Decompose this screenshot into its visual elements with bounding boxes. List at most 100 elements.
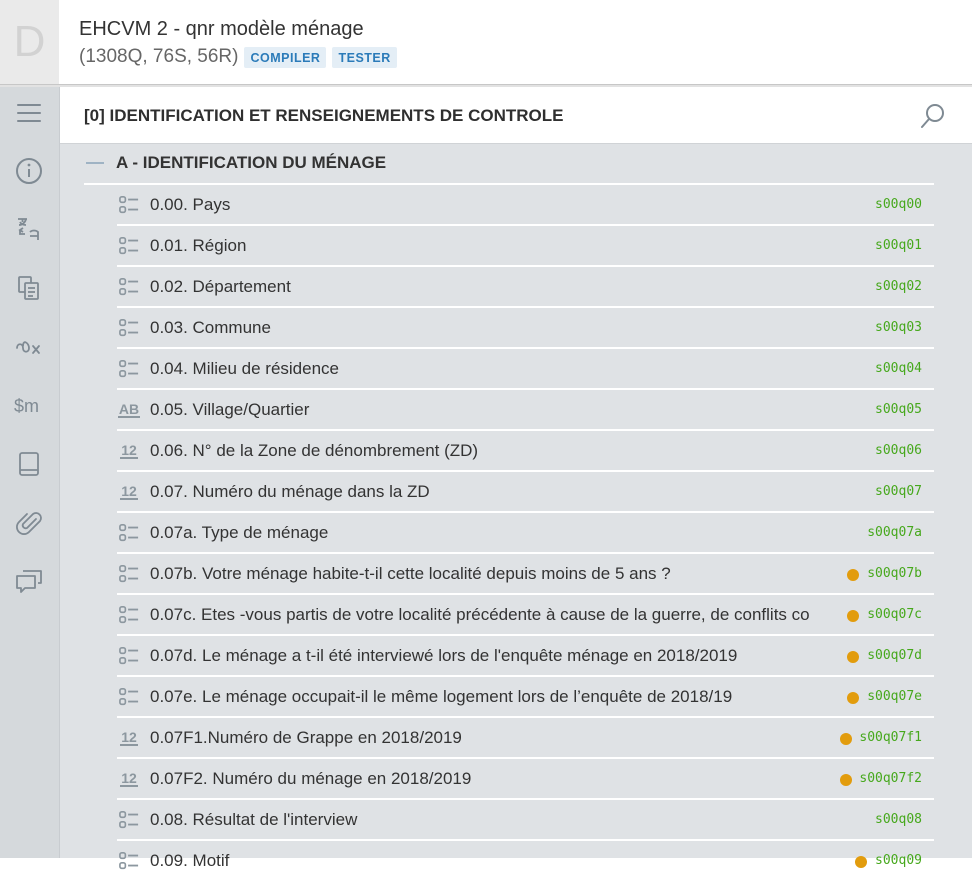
left-sidebar: $m: [0, 87, 60, 858]
question-row[interactable]: 0.07c. Etes -vous partis de votre locali…: [117, 595, 934, 636]
main-panel: [0] IDENTIFICATION ET RENSEIGNEMENTS DE …: [60, 87, 972, 882]
single-select-question-icon: [117, 235, 141, 257]
app-logo[interactable]: D: [0, 0, 59, 84]
question-title: 0.07a. Type de ménage: [150, 523, 329, 542]
question-row[interactable]: 0.07a. Type de ménage s00q07a: [117, 513, 934, 554]
variables-icon[interactable]: [11, 329, 47, 365]
variable-name: s00q09: [875, 853, 922, 868]
variable-name: s00q06: [875, 443, 922, 458]
variable-name: s00q02: [875, 279, 922, 294]
question-title: 0.01. Région: [150, 236, 247, 255]
question-row[interactable]: 0.00. Pays s00q00: [117, 185, 934, 226]
question-title: 0.07F2. Numéro du ménage en 2018/2019: [150, 769, 472, 788]
search-icon[interactable]: [918, 101, 948, 131]
question-title: 0.07b. Votre ménage habite-t-il cette lo…: [150, 564, 671, 583]
question-row[interactable]: 0.07b. Votre ménage habite-t-il cette lo…: [117, 554, 934, 595]
question-row[interactable]: 0.07d. Le ménage a t-il été interviewé l…: [117, 636, 934, 677]
question-title: 0.07d. Le ménage a t-il été interviewé l…: [150, 646, 738, 665]
single-select-question-icon: [117, 563, 141, 585]
variable-name: s00q01: [875, 238, 922, 253]
question-title: 0.08. Résultat de l'interview: [150, 810, 358, 829]
questionnaire-subline: (1308Q, 76S, 56R) COMPILER TESTER: [79, 46, 397, 68]
question-row[interactable]: 12 0.06. N° de la Zone de dénombrement (Z…: [117, 431, 934, 472]
condition-indicator-dot: [839, 774, 852, 786]
copy-documents-icon[interactable]: [11, 270, 47, 306]
question-title: 0.07F1.Numéro de Grappe en 2018/2019: [150, 728, 462, 747]
single-select-question-icon: [117, 809, 141, 831]
numeric-question-icon: 12: [117, 440, 141, 462]
single-select-question-icon: [117, 604, 141, 626]
condition-indicator-dot: [839, 733, 852, 745]
question-title: 0.07e. Le ménage occupait-il le même log…: [150, 687, 733, 706]
question-row[interactable]: AB 0.05. Village/Quartier s00q05: [117, 390, 934, 431]
single-select-question-icon: [117, 358, 141, 380]
numeric-icon-label: 12: [120, 729, 138, 746]
question-row[interactable]: 12 0.07. Numéro du ménage dans la ZD s00q0…: [117, 472, 934, 513]
questionnaire-title: EHCVM 2 - qnr modèle ménage: [79, 18, 364, 40]
info-icon[interactable]: [11, 153, 47, 189]
condition-indicator-dot: [847, 651, 860, 663]
numeric-question-icon: 12: [117, 768, 141, 790]
question-row[interactable]: 0.09. Motif s00q09: [117, 841, 934, 882]
question-list: 0.00. Pays s00q00 0.01. Région s00q01 0.02. …: [117, 185, 934, 882]
variable-name: s00q07f1: [859, 730, 922, 745]
questionnaire-stats: (1308Q, 76S, 56R): [79, 46, 239, 67]
variable-name: s00q07c: [867, 607, 922, 622]
translation-icon[interactable]: [11, 211, 47, 247]
numeric-icon-label: 12: [120, 442, 138, 459]
macros-icon[interactable]: $m: [11, 387, 47, 423]
variable-name: s00q03: [875, 320, 922, 335]
test-button[interactable]: TESTER: [332, 46, 397, 68]
lookup-book-icon[interactable]: [11, 446, 47, 482]
question-title: 0.07. Numéro du ménage dans la ZD: [150, 482, 430, 501]
logo-letter: D: [13, 17, 46, 66]
single-select-question-icon: [117, 194, 141, 216]
variable-name: s00q07e: [867, 689, 922, 704]
question-row[interactable]: 12 0.07F1.Numéro de Grappe en 2018/2019 s0…: [117, 718, 934, 759]
single-select-question-icon: [117, 317, 141, 339]
question-row[interactable]: 0.02. Département s00q02: [117, 267, 934, 308]
variable-name: s00q07: [875, 484, 922, 499]
numeric-icon-label: 12: [120, 770, 138, 787]
question-row[interactable]: 0.08. Résultat de l'interview s00q08: [117, 800, 934, 841]
hamburger-menu-icon[interactable]: [11, 95, 47, 131]
condition-indicator-dot: [847, 610, 860, 622]
variable-name: s00q07a: [867, 525, 922, 540]
compile-button[interactable]: COMPILER: [244, 46, 327, 68]
numeric-question-icon: 12: [117, 727, 141, 749]
numeric-icon-label: 12: [120, 483, 138, 500]
question-row[interactable]: 12 0.07F2. Numéro du ménage en 2018/2019 s…: [117, 759, 934, 800]
svg-text:$m: $m: [14, 396, 39, 416]
question-title: 0.00. Pays: [150, 195, 231, 214]
question-row[interactable]: 0.03. Commune s00q03: [117, 308, 934, 349]
question-row[interactable]: 0.01. Région s00q01: [117, 226, 934, 267]
variable-name: s00q00: [875, 197, 922, 212]
question-title: 0.09. Motif: [150, 851, 230, 870]
single-select-question-icon: [117, 850, 141, 872]
condition-indicator-dot: [847, 692, 860, 704]
variable-name: s00q05: [875, 402, 922, 417]
question-title: 0.02. Département: [150, 277, 291, 296]
question-title: 0.06. N° de la Zone de dénombrement (ZD): [150, 441, 479, 460]
section-title[interactable]: [0] IDENTIFICATION ET RENSEIGNEMENTS DE …: [84, 106, 563, 126]
question-row[interactable]: 0.07e. Le ménage occupait-il le même log…: [117, 677, 934, 718]
comments-icon[interactable]: [11, 563, 47, 599]
single-select-question-icon: [117, 522, 141, 544]
variable-name: s00q07b: [867, 566, 922, 581]
question-title: 0.04. Milieu de résidence: [150, 359, 340, 378]
variable-name: s00q07f2: [859, 771, 922, 786]
question-row[interactable]: 0.04. Milieu de résidence s00q04: [117, 349, 934, 390]
app-header: D EHCVM 2 - qnr modèle ménage (1308Q, 76…: [0, 0, 972, 85]
single-select-question-icon: [117, 686, 141, 708]
question-title: 0.03. Commune: [150, 318, 271, 337]
collapse-icon[interactable]: [86, 162, 104, 164]
section-header: [0] IDENTIFICATION ET RENSEIGNEMENTS DE …: [60, 87, 972, 144]
group-header[interactable]: A - IDENTIFICATION DU MÉNAGE: [84, 145, 934, 185]
text-icon-label: AB: [117, 401, 141, 418]
variable-name: s00q08: [875, 812, 922, 827]
group-title: A - IDENTIFICATION DU MÉNAGE: [116, 153, 387, 172]
text-question-icon: AB: [117, 399, 141, 421]
attachment-icon[interactable]: [11, 505, 47, 541]
single-select-question-icon: [117, 645, 141, 667]
variable-name: s00q07d: [867, 648, 922, 663]
